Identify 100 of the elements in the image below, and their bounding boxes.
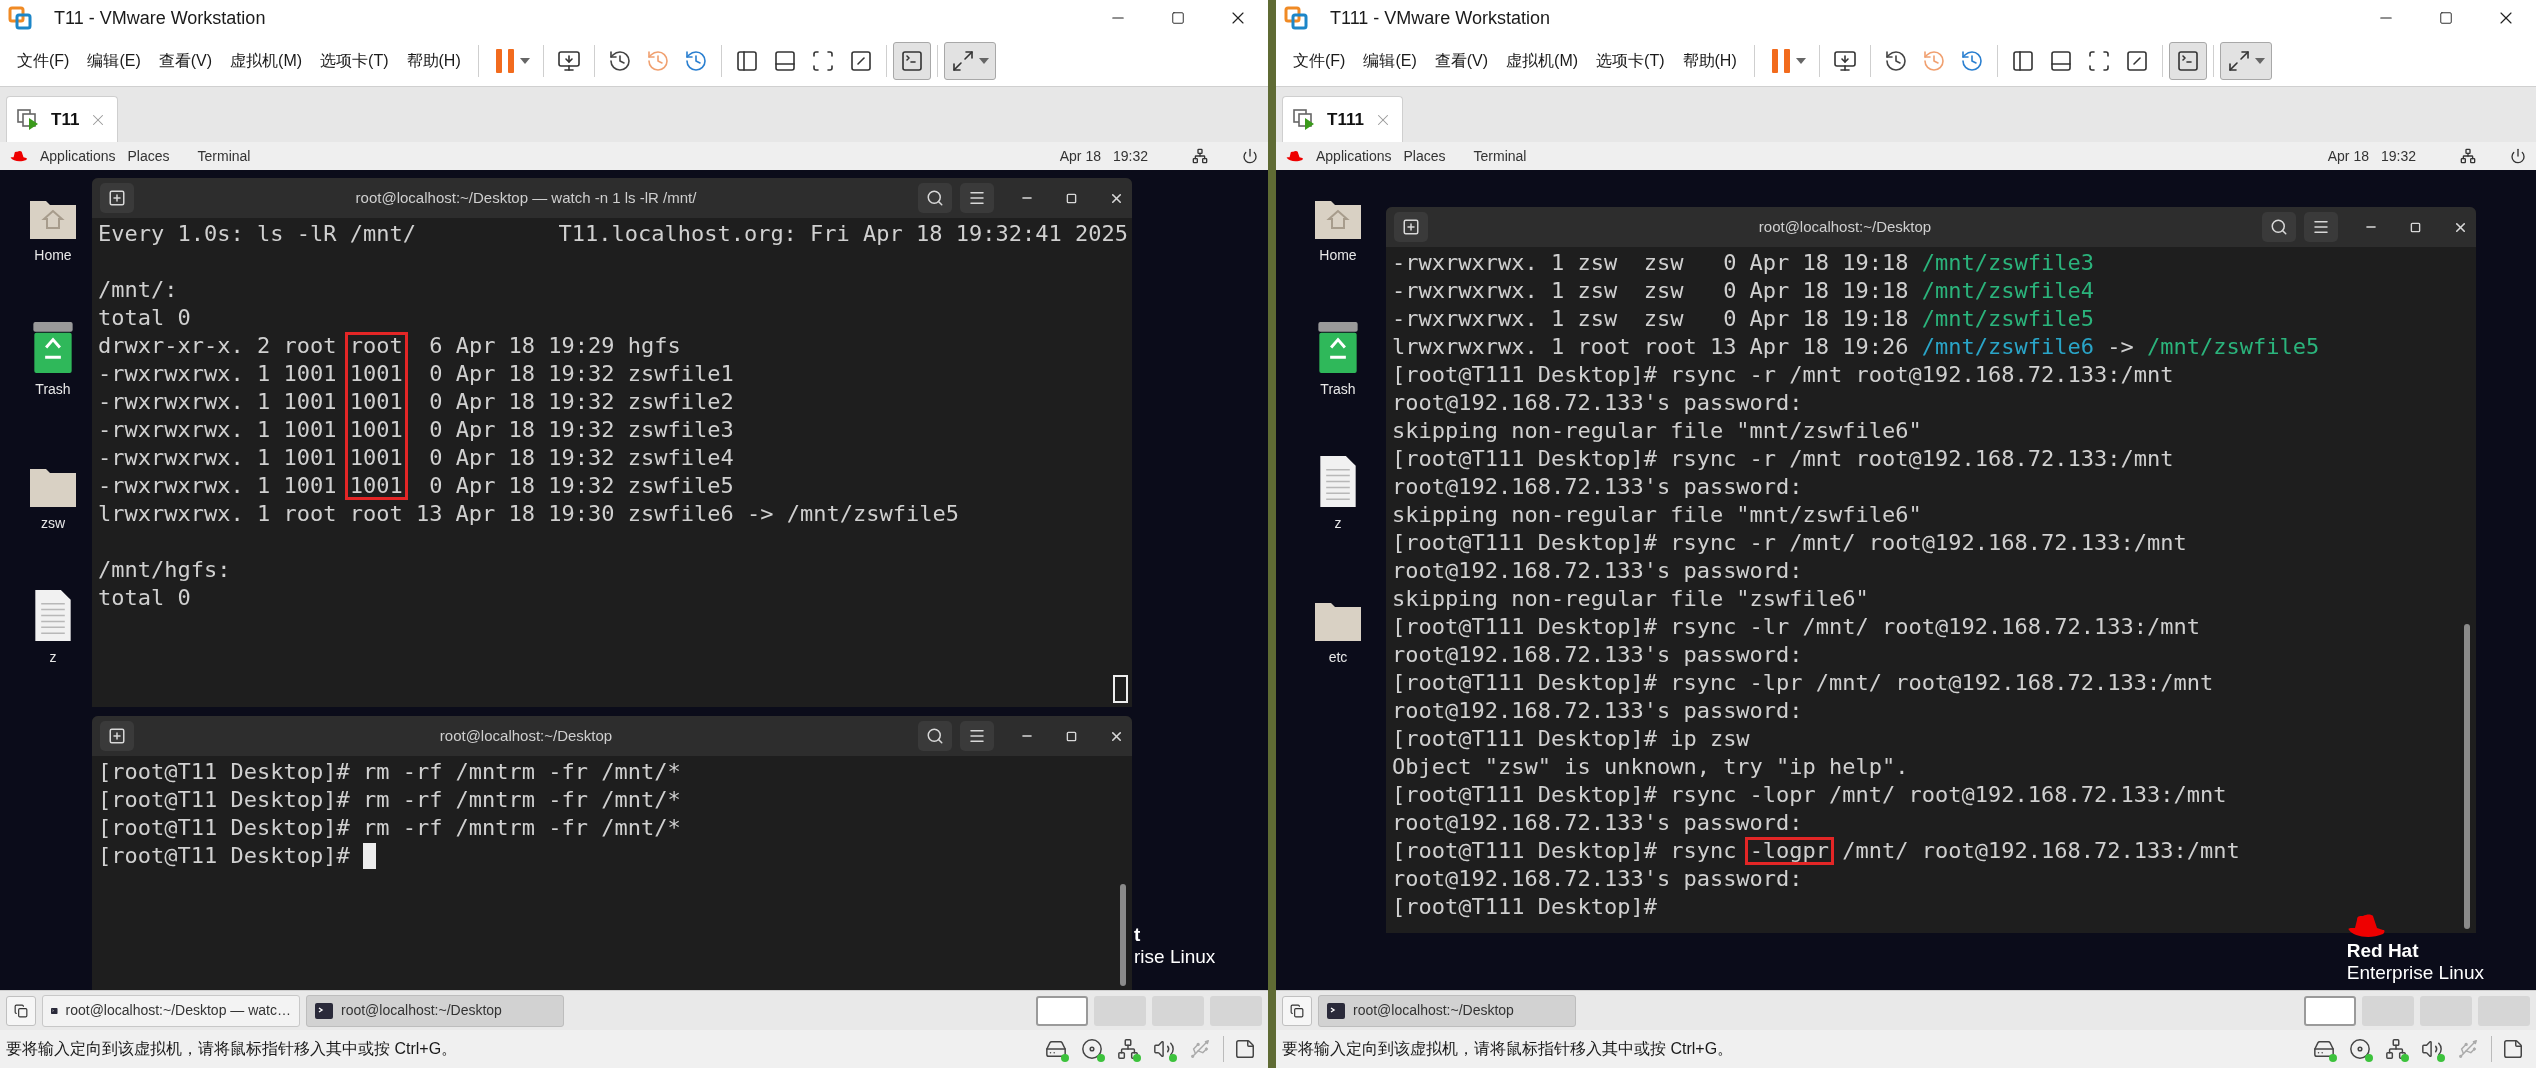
desktop-icon-label[interactable]: Home — [1319, 245, 1357, 266]
terminal-line: -rwxrwxrwx. 1 zsw zsw 0 Apr 18 19:18 /mnt/zswfile4 — [1392, 277, 2094, 305]
taskbar-item[interactable]: root@localhost:~/Desktop — watc… — [42, 994, 300, 1027]
monitor-icon — [1832, 49, 1857, 73]
search-button[interactable] — [2262, 212, 2296, 242]
desktop-icon-label[interactable]: z — [1334, 513, 1342, 534]
taskbar-item[interactable]: root@localhost:~/Desktop — [306, 994, 564, 1027]
menu-item[interactable]: 帮助(H) — [1673, 49, 1746, 73]
terminal-line: skipping non-regular file "mnt/zswfile6" — [1392, 417, 1922, 445]
terminal-line: root@192.168.72.133's password: — [1392, 557, 1803, 585]
windows-icon — [1290, 1003, 1304, 1018]
network-icon[interactable] — [1115, 1036, 1141, 1062]
panel-menu[interactable]: Places — [127, 145, 170, 167]
tab-label: T11 — [51, 108, 80, 131]
window-title: T11 - VMware Workstation — [54, 6, 266, 30]
maximize-icon[interactable] — [1171, 11, 1185, 25]
panel-menu[interactable]: Terminal — [1473, 145, 1527, 167]
new-tab-button[interactable] — [100, 721, 134, 751]
menu-item[interactable]: 文件(F) — [8, 49, 79, 73]
menu-button[interactable] — [2304, 212, 2338, 242]
brand-name: Red Hat — [2346, 940, 2420, 962]
menu-button[interactable] — [960, 183, 994, 213]
network-icon[interactable] — [2460, 148, 2476, 164]
menu-item[interactable]: 查看(V) — [149, 49, 222, 73]
trash-icon[interactable] — [31, 320, 75, 375]
search-button[interactable] — [918, 721, 952, 751]
desktop-icon-label[interactable]: z — [49, 647, 57, 668]
show-desktop-button[interactable] — [6, 995, 36, 1026]
menu-item[interactable]: 帮助(H) — [397, 49, 470, 73]
panel-menu[interactable]: Terminal — [197, 145, 251, 167]
vm-tab[interactable]: T11 — [6, 96, 119, 142]
network-icon[interactable] — [2383, 1036, 2409, 1062]
terminal-line: root@192.168.72.133's password: — [1392, 809, 1803, 837]
panel-bottom-icon — [2048, 49, 2073, 73]
toolbar-button[interactable] — [2168, 42, 2207, 80]
network-icon[interactable] — [1192, 148, 1208, 164]
caret-icon — [2254, 58, 2265, 64]
clock-icon — [1883, 49, 1908, 73]
panel-time[interactable]: 19:32 — [1112, 145, 1148, 167]
terminal-line: root@192.168.72.133's password: — [1392, 641, 1803, 669]
pause-icon — [493, 48, 516, 74]
menu-item[interactable]: 编辑(E) — [78, 49, 150, 73]
menu-item[interactable]: 选项卡(T) — [311, 49, 398, 73]
status-text: 要将输入定向到该虚拟机，请将鼠标指针移入其中或按 Ctrl+G。 — [1282, 1039, 1734, 1059]
panel-menu[interactable]: Applications — [1316, 145, 1392, 167]
maximize-icon[interactable] — [2439, 11, 2453, 25]
terminal-line: [root@T11 Desktop]# rm -rf /mntrm -fr /mnt/* — [98, 758, 681, 786]
workspace-button[interactable] — [1036, 995, 1088, 1026]
desktop-icon-label[interactable]: Trash — [1320, 379, 1356, 400]
terminal-line: skipping non-regular file "zswfile6" — [1392, 585, 1869, 613]
document-icon[interactable] — [1318, 454, 1358, 509]
search-icon — [926, 189, 944, 207]
desktop-icon-label[interactable]: Trash — [35, 379, 71, 400]
caret-icon — [978, 58, 989, 64]
disc-icon[interactable] — [1079, 1036, 1105, 1062]
panel-bottom-icon — [772, 49, 797, 73]
panel-date[interactable]: Apr 18 — [2327, 145, 2369, 167]
terminal-line: [root@T111 Desktop]# rsync -lr /mnt/ root@192.168.72.133:/mnt — [1392, 613, 2200, 641]
toolbar-button[interactable] — [943, 42, 996, 80]
power-icon[interactable] — [1242, 148, 1258, 164]
document-icon[interactable] — [33, 588, 73, 643]
terminal-line: skipping non-regular file "mnt/zswfile6" — [1392, 501, 1922, 529]
menu-item[interactable]: 选项卡(T) — [1587, 49, 1674, 73]
desktop-icon-label[interactable]: zsw — [40, 513, 66, 534]
toolbar-button[interactable] — [892, 42, 931, 80]
new-tab-button[interactable] — [100, 183, 134, 213]
show-desktop-button[interactable] — [1282, 995, 1312, 1026]
brand-subtitle: Enterprise Linux — [2346, 962, 2484, 984]
taskbar-item[interactable]: root@localhost:~/Desktop — [1318, 994, 1576, 1027]
menu-item[interactable]: 编辑(E) — [1354, 49, 1426, 73]
new-tab-button[interactable] — [1394, 212, 1428, 242]
desktop-icon-label[interactable]: Home — [34, 245, 72, 266]
menu-item[interactable]: 虚拟机(M) — [1497, 49, 1588, 73]
app-logo-icon — [1284, 6, 1308, 30]
terminal-line: [root@T111 Desktop]# rsync -r /mnt root@192.168.72.133:/mnt — [1392, 361, 2174, 389]
menu-item[interactable]: 查看(V) — [1425, 49, 1498, 73]
panel-menu[interactable]: Places — [1403, 145, 1446, 167]
terminal-icon — [1327, 1002, 1345, 1019]
vm-tab[interactable]: T111 — [1282, 96, 1403, 142]
panel-menu[interactable]: Applications — [40, 145, 116, 167]
terminal-line: /mnt/hgfs: — [98, 556, 231, 584]
trash-icon[interactable] — [1316, 320, 1360, 375]
search-icon — [2270, 218, 2288, 236]
menu-button[interactable] — [960, 721, 994, 751]
workspace-button[interactable] — [2304, 995, 2356, 1026]
menu-item[interactable]: 虚拟机(M) — [221, 49, 312, 73]
search-button[interactable] — [918, 183, 952, 213]
desktop-icon-label[interactable]: etc — [1328, 647, 1348, 668]
menu-icon — [968, 727, 986, 745]
note-icon[interactable] — [1234, 1038, 1256, 1060]
panel-date[interactable]: Apr 18 — [1059, 145, 1101, 167]
toolbar-button[interactable] — [2219, 42, 2272, 80]
power-icon[interactable] — [2510, 148, 2526, 164]
menu-item[interactable]: 文件(F) — [1284, 49, 1355, 73]
disc-icon[interactable] — [2347, 1036, 2373, 1062]
window-title: T111 - VMware Workstation — [1330, 6, 1551, 30]
status-text: 要将输入定向到该虚拟机，请将鼠标指针移入其中或按 Ctrl+G。 — [6, 1039, 458, 1059]
windows-icon — [14, 1003, 28, 1018]
panel-time[interactable]: 19:32 — [2380, 145, 2416, 167]
note-icon[interactable] — [2502, 1038, 2524, 1060]
